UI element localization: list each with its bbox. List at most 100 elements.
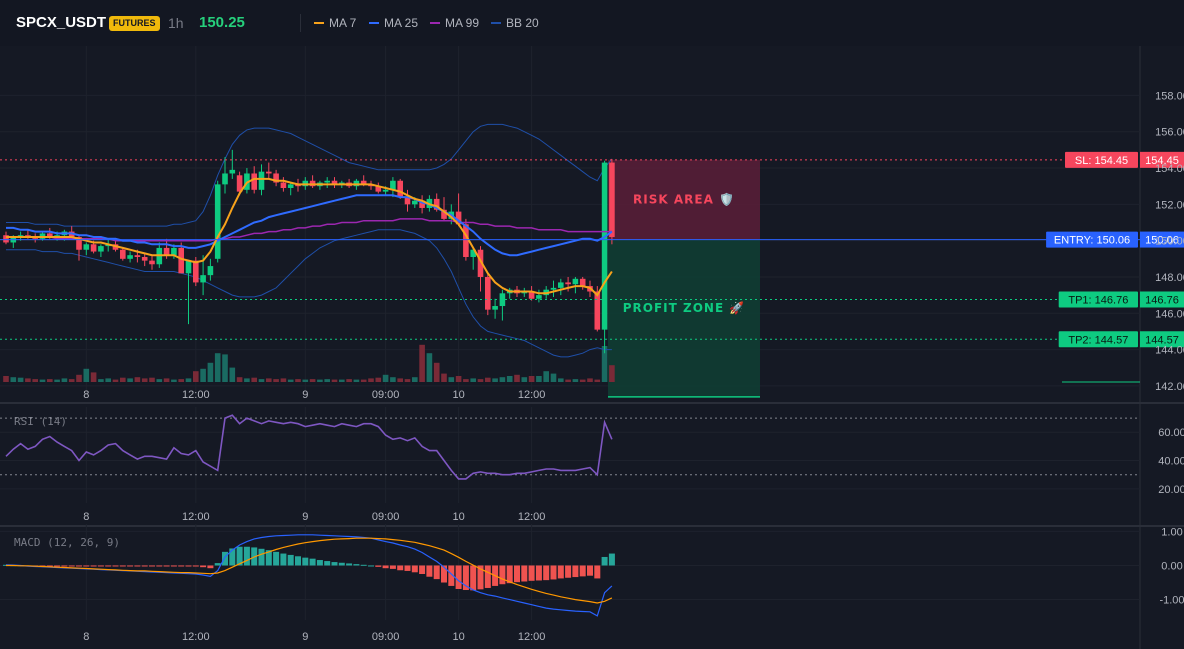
macd-histogram-bar bbox=[76, 565, 82, 567]
macd-histogram-bar bbox=[229, 548, 236, 566]
price-tick-label: 154.00 bbox=[1155, 163, 1184, 175]
x-tick-label: 8 bbox=[83, 389, 89, 401]
candle-body bbox=[207, 266, 214, 276]
candle-body bbox=[287, 184, 294, 188]
volume-bar bbox=[572, 379, 579, 382]
volume-bar bbox=[25, 378, 31, 382]
x-tick-label: 12:00 bbox=[182, 389, 210, 401]
candle-body bbox=[214, 184, 221, 259]
volume-bar bbox=[382, 374, 389, 382]
rsi-tick-label: 20.00 bbox=[1158, 484, 1184, 496]
macd-title: MACD (12, 26, 9) bbox=[14, 536, 120, 549]
volume-bar bbox=[470, 378, 476, 382]
macd-histogram-bar bbox=[346, 563, 353, 566]
macd-histogram-bar bbox=[141, 565, 148, 567]
macd-histogram-bar bbox=[375, 565, 382, 567]
candle-body bbox=[134, 255, 141, 257]
volume-bar bbox=[251, 377, 257, 382]
macd-histogram-bar bbox=[295, 556, 301, 566]
macd-histogram-bar bbox=[200, 565, 207, 568]
candle-body bbox=[492, 306, 498, 310]
price-tick-label: 148.00 bbox=[1155, 272, 1184, 284]
volume-bar bbox=[499, 377, 506, 382]
macd-histogram-bar bbox=[557, 565, 564, 579]
volume-bar bbox=[594, 379, 601, 382]
macd-histogram-bar bbox=[156, 565, 163, 567]
macd-histogram-bar bbox=[68, 565, 75, 567]
volume-bar bbox=[579, 379, 586, 382]
x-tick-label: 09:00 bbox=[372, 511, 400, 523]
volume-bar bbox=[353, 379, 360, 382]
volume-bar bbox=[543, 371, 549, 382]
macd-histogram-bar bbox=[127, 565, 134, 567]
volume-bar bbox=[514, 374, 520, 382]
macd-histogram-bar bbox=[499, 565, 506, 585]
volume-bar bbox=[360, 379, 367, 382]
volume-bar bbox=[120, 377, 126, 382]
volume-bar bbox=[339, 379, 345, 382]
x-tick-label: 09:00 bbox=[372, 631, 400, 643]
macd-histogram-bar bbox=[61, 565, 68, 567]
macd-histogram-bar bbox=[360, 564, 367, 566]
candle-body bbox=[185, 260, 192, 274]
chart-background bbox=[0, 46, 1184, 649]
macd-tick-label: 0.00 bbox=[1161, 560, 1182, 572]
macd-histogram-bar bbox=[243, 546, 250, 566]
macd-histogram-bar bbox=[579, 565, 586, 577]
volume-bar bbox=[258, 379, 265, 382]
volume-bar bbox=[236, 377, 243, 382]
chart-canvas[interactable]: 8 12:00 9 09:00 10 12:00 8 12:00 9 09:00 10 12:00 8 1… bbox=[0, 0, 1184, 649]
macd-histogram-bar bbox=[54, 565, 61, 567]
x-tick-label: 9 bbox=[302, 511, 308, 523]
volume-bar bbox=[609, 365, 615, 382]
volume-bar bbox=[477, 379, 484, 382]
volume-bar bbox=[558, 378, 564, 382]
candle-body bbox=[141, 257, 148, 261]
volume-bar bbox=[287, 379, 294, 382]
volume-bar bbox=[83, 368, 90, 382]
volume-bar bbox=[156, 379, 163, 382]
volume-bar bbox=[485, 377, 491, 382]
candle-body bbox=[193, 260, 199, 283]
macd-histogram-bar bbox=[112, 565, 119, 567]
volume-bar bbox=[54, 379, 60, 382]
volume-bar bbox=[98, 379, 104, 382]
volume-bar bbox=[214, 353, 221, 382]
entry-tag: ENTRY: 150.06 bbox=[1054, 235, 1130, 247]
candle-body bbox=[90, 244, 97, 252]
volume-bar bbox=[112, 379, 119, 382]
volume-bar bbox=[550, 373, 557, 382]
volume-bar bbox=[127, 378, 133, 382]
macd-histogram-bar bbox=[170, 565, 177, 567]
volume-bar bbox=[90, 372, 97, 382]
x-tick-label: 12:00 bbox=[518, 631, 546, 643]
volume-bar bbox=[163, 378, 170, 382]
volume-bar bbox=[185, 378, 192, 382]
volume-bar bbox=[463, 379, 469, 382]
volume-bar bbox=[178, 379, 184, 382]
volume-bar bbox=[171, 379, 177, 382]
volume-bar bbox=[309, 379, 316, 382]
price-tick-label: 144.00 bbox=[1155, 345, 1184, 357]
volume-bar bbox=[134, 377, 141, 382]
candle-body bbox=[463, 224, 469, 257]
tp1-tag: TP1: 146.76 bbox=[1068, 294, 1128, 306]
macd-tick-label: -1.00 bbox=[1159, 595, 1184, 607]
macd-histogram-bar bbox=[178, 565, 185, 567]
x-tick-label: 12:00 bbox=[518, 389, 546, 401]
sl-tag: SL: 154.45 bbox=[1075, 155, 1128, 167]
candle-body bbox=[609, 162, 615, 238]
macd-histogram-bar bbox=[455, 565, 462, 589]
candle-body bbox=[120, 249, 126, 259]
macd-histogram-bar bbox=[90, 565, 97, 567]
macd-histogram-bar bbox=[411, 565, 418, 573]
macd-histogram-bar bbox=[163, 565, 170, 567]
macd-histogram-bar bbox=[470, 565, 477, 591]
candle-body bbox=[572, 278, 579, 285]
macd-histogram-bar bbox=[404, 565, 411, 571]
macd-histogram-bar bbox=[331, 562, 338, 566]
volume-bar bbox=[368, 378, 374, 382]
macd-histogram-bar bbox=[521, 565, 528, 582]
macd-histogram-bar bbox=[594, 565, 601, 579]
candle-body bbox=[83, 244, 90, 250]
